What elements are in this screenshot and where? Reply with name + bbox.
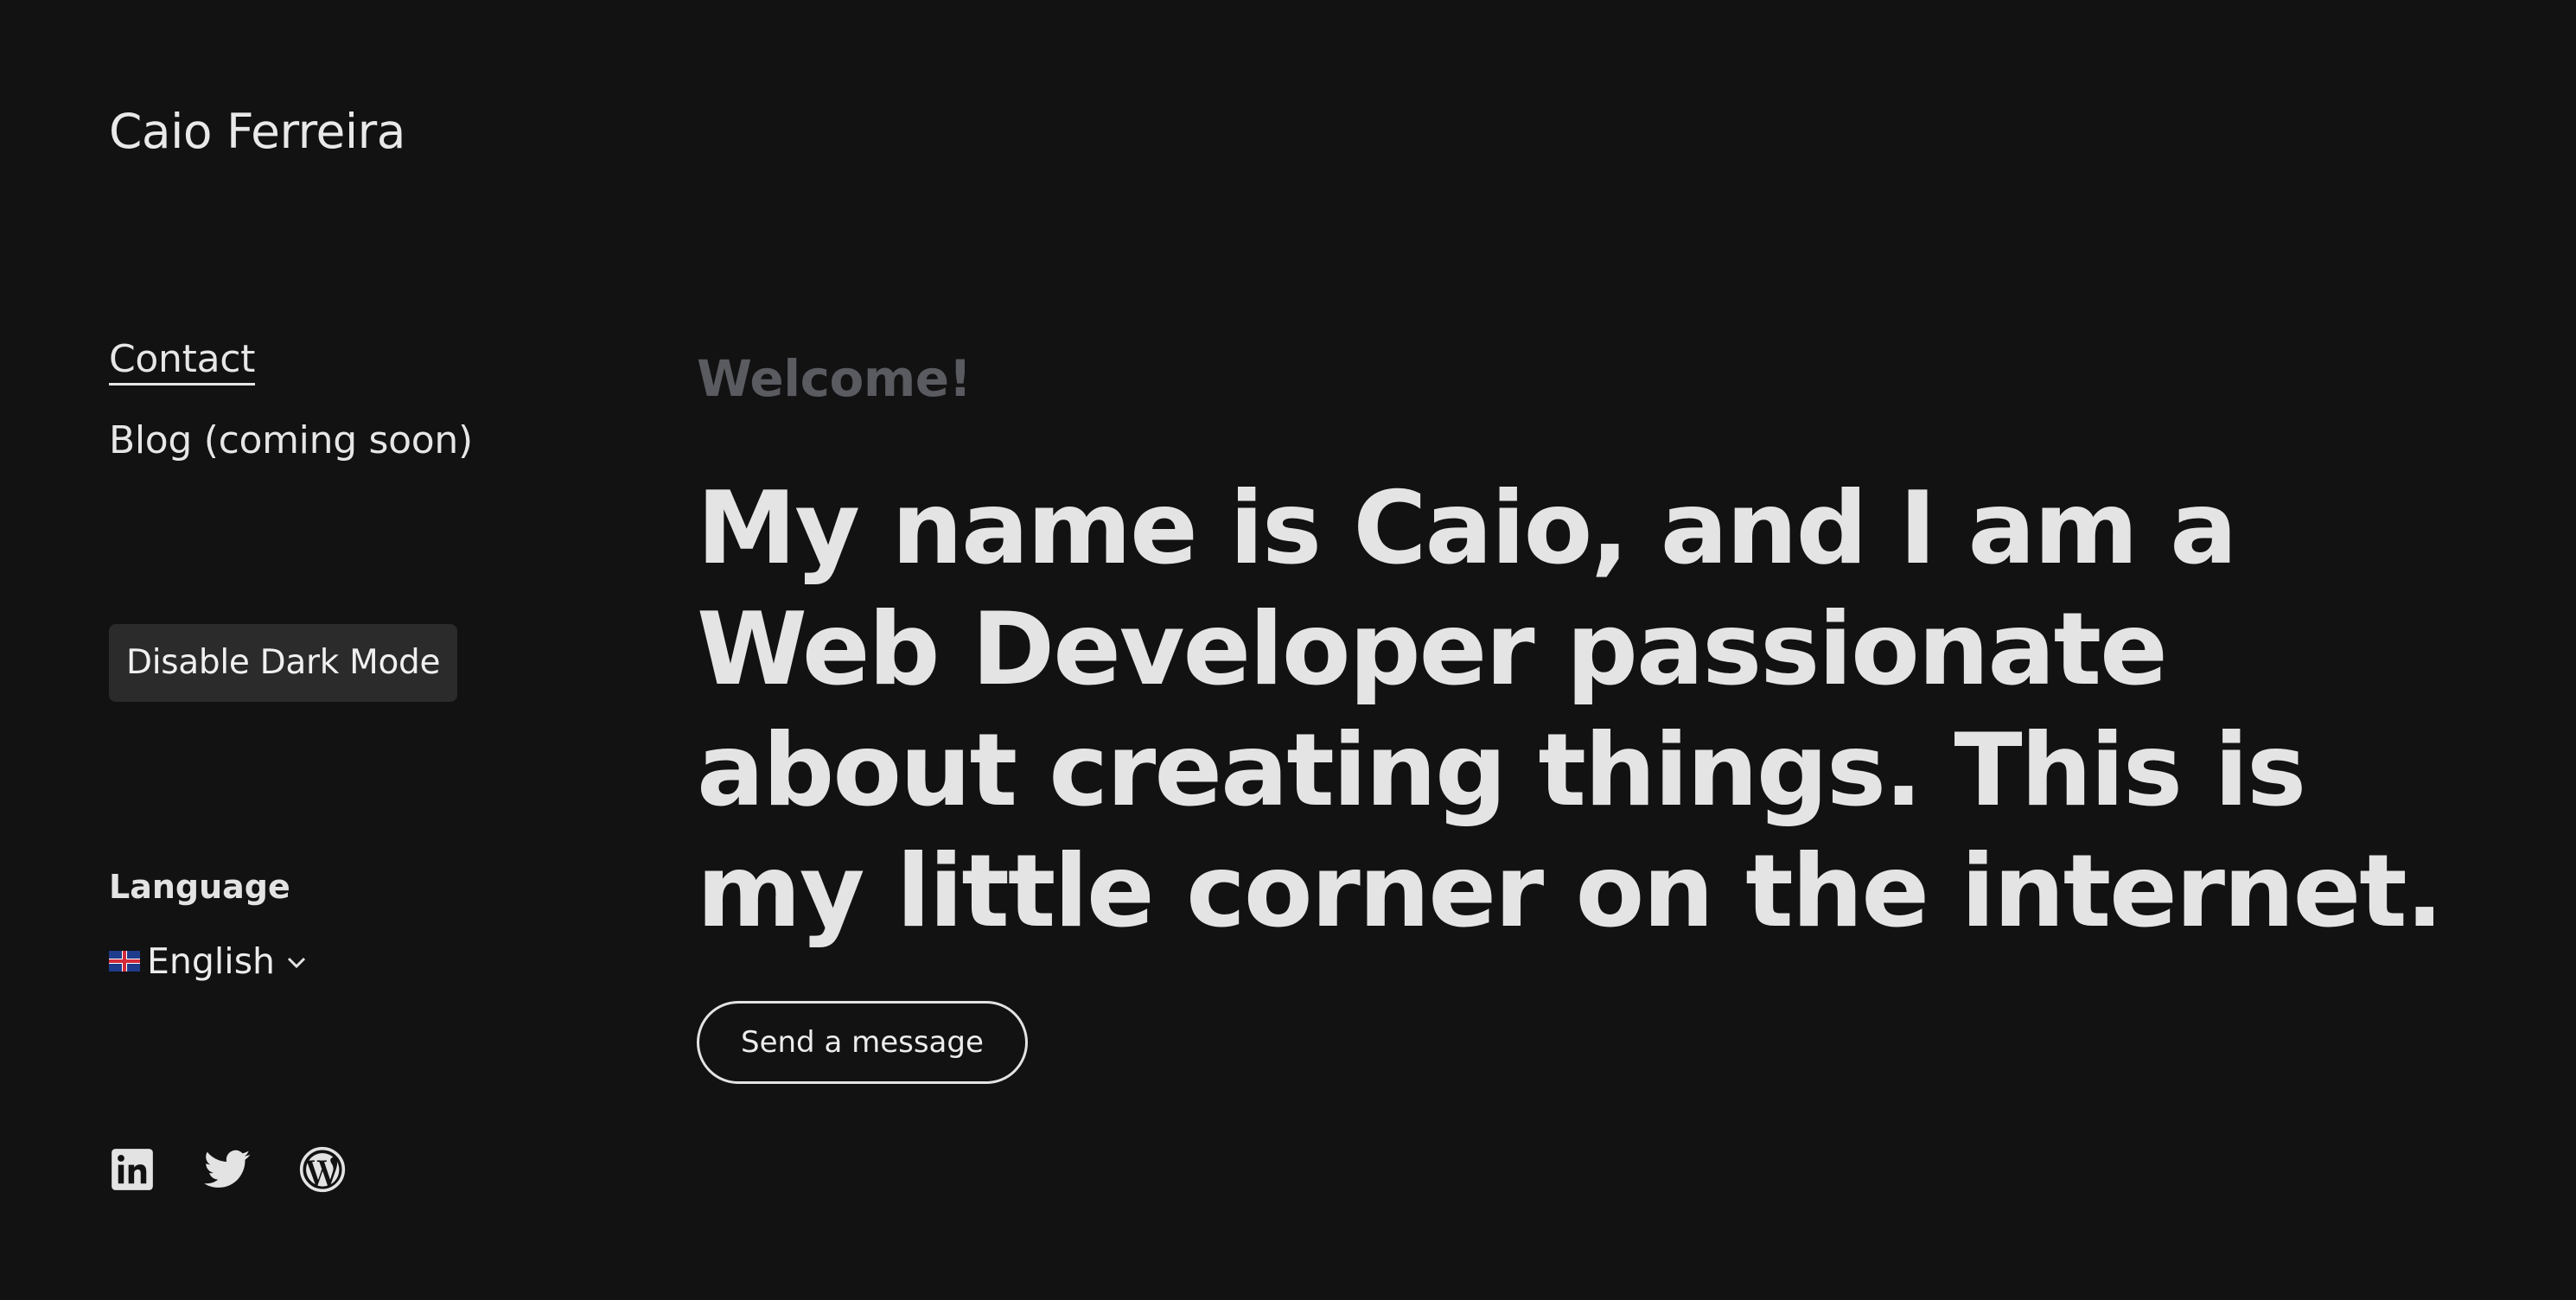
linkedin-icon[interactable]: [109, 1146, 156, 1193]
dark-mode-toggle-button[interactable]: Disable Dark Mode: [109, 624, 458, 702]
hero-section: Welcome! My name is Caio, and I am a Web…: [697, 344, 2512, 1084]
chevron-down-icon: [287, 934, 306, 989]
uk-flag-icon: [109, 951, 140, 972]
language-selected-value: English: [147, 940, 276, 982]
wordpress-icon[interactable]: [299, 1146, 346, 1193]
page: Caio Ferreira Contact Blog (coming soon)…: [0, 0, 2576, 1300]
social-links: [109, 1146, 346, 1193]
language-select[interactable]: English: [109, 934, 306, 989]
nav-item-blog[interactable]: Blog (coming soon): [109, 406, 473, 475]
send-message-button[interactable]: Send a message: [697, 1001, 1028, 1084]
site-title[interactable]: Caio Ferreira: [109, 97, 405, 166]
language-heading: Language: [109, 868, 290, 906]
welcome-heading: Welcome!: [697, 349, 972, 408]
twitter-icon[interactable]: [204, 1146, 251, 1193]
nav-item-label: Contact: [109, 337, 255, 386]
main-nav: Contact Blog (coming soon): [109, 325, 473, 475]
nav-item-label: Blog (coming soon): [109, 418, 473, 462]
hero-headline: My name is Caio, and I am a Web Develope…: [697, 470, 2444, 950]
nav-item-contact[interactable]: Contact: [109, 325, 473, 394]
